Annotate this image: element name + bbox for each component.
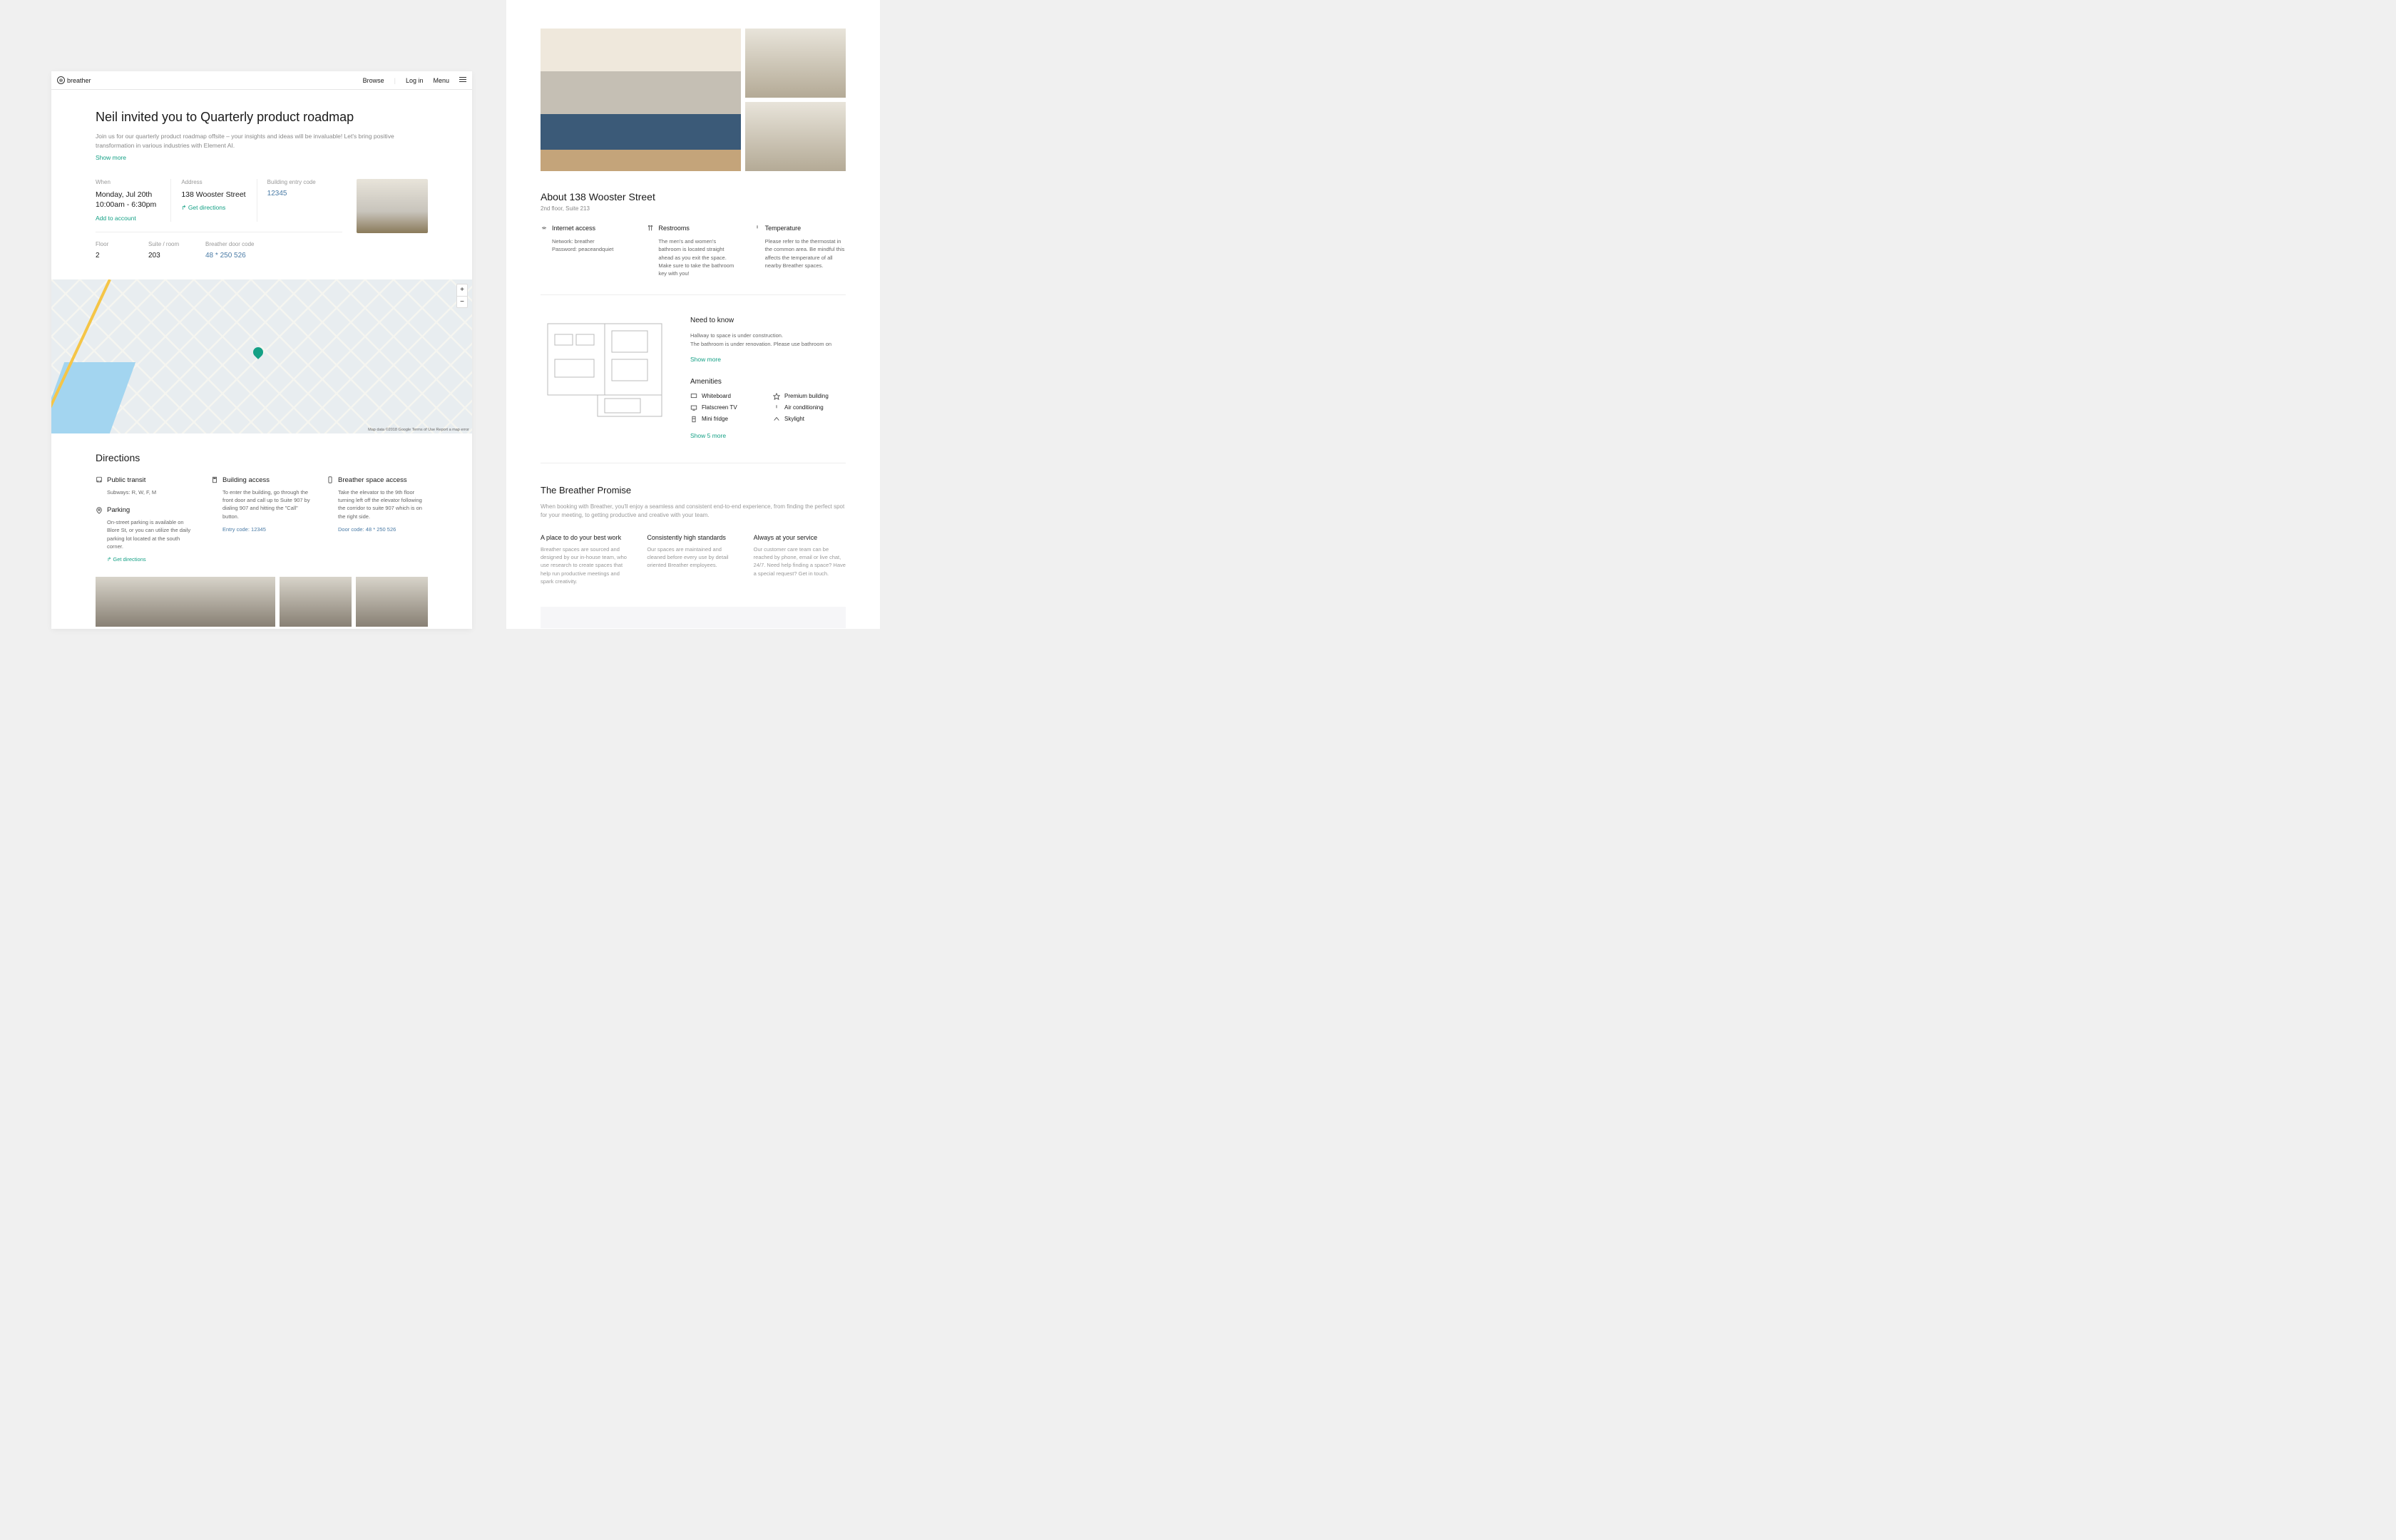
promise-heading: The Breather Promise bbox=[541, 485, 846, 496]
promise-col-3-h: Always at your service bbox=[754, 534, 846, 541]
when-time: 10:00am - 6:30pm bbox=[96, 200, 160, 210]
promise-col-1-h: A place to do your best work bbox=[541, 534, 633, 541]
header: ⊕ breather Browse | Log in Menu bbox=[51, 71, 472, 90]
logo[interactable]: ⊕ breather bbox=[57, 76, 91, 84]
know-show-more-link[interactable]: Show more bbox=[690, 356, 721, 363]
nav-menu[interactable]: Menu bbox=[433, 77, 449, 84]
invite-panel: ⊕ breather Browse | Log in Menu Neil inv… bbox=[51, 71, 472, 629]
address-label: Address bbox=[181, 179, 246, 185]
suite-value: 203 bbox=[148, 252, 185, 260]
brand-name: breather bbox=[67, 77, 91, 84]
parking-directions-link[interactable]: ↱ Get directions bbox=[107, 556, 197, 563]
building-body: To enter the building, go through the fr… bbox=[222, 488, 312, 520]
restroom-icon bbox=[647, 225, 654, 232]
parking-icon bbox=[96, 507, 103, 514]
door-code: 48 * 250 526 bbox=[205, 252, 332, 260]
amenities-show-more-link[interactable]: Show 5 more bbox=[690, 432, 726, 439]
amenities-heading: Amenities bbox=[690, 378, 846, 386]
promise-col-1-b: Breather spaces are sourced and designed… bbox=[541, 545, 633, 585]
amenity-skylight: Skylight bbox=[773, 416, 846, 423]
thermometer-icon bbox=[773, 404, 780, 411]
parking-body: On-street parking is available on Blore … bbox=[107, 518, 197, 550]
gallery-main-photo[interactable] bbox=[541, 29, 741, 171]
zoom-out-button[interactable]: − bbox=[457, 296, 467, 307]
amenity-whiteboard: Whiteboard bbox=[690, 393, 763, 400]
amenity-tv: Flatscreen TV bbox=[690, 404, 763, 411]
map[interactable]: + − Map data ©2018 Google Terms of Use R… bbox=[51, 279, 472, 433]
need-to-know-body: Hallway to space is under construction. … bbox=[690, 332, 846, 348]
promise-col-3-b: Our customer care team can be reached by… bbox=[754, 545, 846, 578]
photo-2[interactable] bbox=[280, 577, 352, 627]
invite-title: Neil invited you to Quarterly product ro… bbox=[96, 110, 428, 125]
space-door-code: Door code: 48 * 250 526 bbox=[338, 526, 428, 533]
gallery-photo-3[interactable] bbox=[745, 102, 846, 171]
logo-icon: ⊕ bbox=[57, 76, 65, 84]
address-value: 138 Wooster Street bbox=[181, 190, 246, 200]
hamburger-icon[interactable] bbox=[459, 77, 466, 83]
when-label: When bbox=[96, 179, 160, 185]
gallery-photo-2[interactable] bbox=[745, 29, 846, 98]
whiteboard-icon bbox=[690, 393, 697, 400]
gallery bbox=[541, 29, 846, 171]
transit-body: Subways: R, W, F, M bbox=[107, 488, 197, 496]
nav-browse[interactable]: Browse bbox=[363, 77, 384, 84]
space-body: Take the elevator to the 9th floor turni… bbox=[338, 488, 428, 520]
show-more-link[interactable]: Show more bbox=[96, 154, 126, 161]
fridge-icon bbox=[690, 416, 697, 423]
invite-description: Join us for our quarterly product roadma… bbox=[96, 132, 428, 150]
space-thumbnail[interactable] bbox=[357, 179, 428, 233]
get-directions-link[interactable]: ↱ Get directions bbox=[181, 204, 246, 212]
amenity-premium: Premium building bbox=[773, 393, 846, 400]
nav-login[interactable]: Log in bbox=[406, 77, 424, 84]
photo-3[interactable] bbox=[356, 577, 428, 627]
add-calendar-link[interactable]: Add to account bbox=[96, 215, 160, 222]
wifi-icon bbox=[541, 225, 548, 232]
star-icon bbox=[773, 393, 780, 400]
photo-1[interactable] bbox=[96, 577, 275, 627]
footer-band bbox=[541, 607, 846, 628]
skylight-icon bbox=[773, 416, 780, 423]
about-panel: About 138 Wooster Street 2nd floor, Suit… bbox=[506, 0, 880, 629]
when-date: Monday, Jul 20th bbox=[96, 190, 160, 200]
floor-value: 2 bbox=[96, 252, 128, 260]
suite-label: Suite / room bbox=[148, 241, 185, 247]
floorplan-image bbox=[541, 317, 669, 423]
directions-section: Directions Public transit Subways: R, W,… bbox=[51, 433, 472, 577]
map-attribution: Map data ©2018 Google Terms of Use Repor… bbox=[368, 428, 469, 432]
building-icon bbox=[211, 476, 218, 483]
restrooms-body: The men's and women's bathroom is locate… bbox=[658, 237, 739, 277]
promise-col-2-h: Consistently high standards bbox=[647, 534, 739, 541]
entry-label: Building entry code bbox=[267, 179, 332, 185]
promise-lead: When booking with Breather, you'll enjoy… bbox=[541, 503, 846, 520]
photo-strip bbox=[51, 577, 472, 627]
door-label: Breather door code bbox=[205, 241, 332, 247]
tv-icon bbox=[690, 404, 697, 411]
floor-label: Floor bbox=[96, 241, 128, 247]
internet-body: Network: breather Password: peaceandquie… bbox=[552, 237, 633, 254]
transit-icon bbox=[96, 476, 103, 483]
temp-body: Please refer to the thermostat in the co… bbox=[765, 237, 846, 270]
zoom-in-button[interactable]: + bbox=[457, 284, 467, 296]
about-subtitle: 2nd floor, Suite 213 bbox=[541, 205, 846, 212]
promise-col-2-b: Our spaces are maintained and cleaned be… bbox=[647, 545, 739, 570]
need-to-know-heading: Need to know bbox=[690, 317, 846, 324]
map-zoom-controls: + − bbox=[456, 284, 468, 308]
amenities-grid: Whiteboard Premium building Flatscreen T… bbox=[690, 393, 846, 423]
about-heading: About 138 Wooster Street bbox=[541, 191, 846, 202]
thermometer-icon bbox=[754, 225, 761, 232]
amenity-fridge: Mini fridge bbox=[690, 416, 763, 423]
building-entry-code: Entry code: 12345 bbox=[222, 526, 312, 533]
entry-code: 12345 bbox=[267, 190, 332, 197]
amenity-ac: Air conditioning bbox=[773, 404, 846, 411]
details-grid: When Monday, Jul 20th 10:00am - 6:30pm A… bbox=[51, 179, 472, 260]
phone-icon bbox=[327, 476, 334, 483]
directions-heading: Directions bbox=[96, 452, 428, 463]
